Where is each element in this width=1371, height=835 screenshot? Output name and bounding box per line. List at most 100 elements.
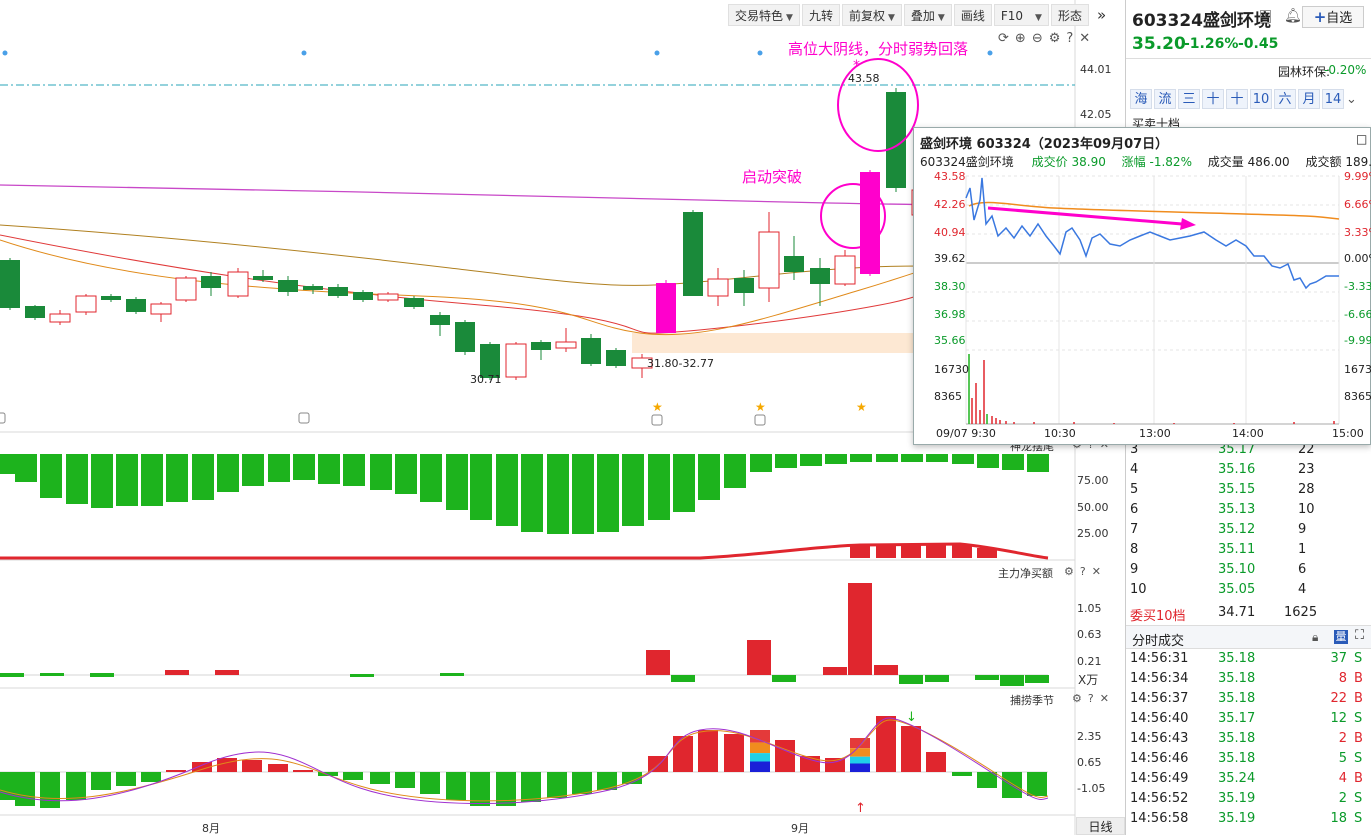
volume-icon[interactable]: 量	[1334, 630, 1348, 644]
high-price-label: 43.58	[848, 72, 880, 85]
tick-volume: 4	[1338, 771, 1347, 786]
bulao-bar	[293, 770, 313, 772]
shenlong-bar	[724, 454, 746, 488]
sector-label[interactable]: 园林环保:	[1278, 63, 1330, 80]
help-icon[interactable]: ?	[1080, 565, 1086, 578]
tab-month[interactable]: 月	[1298, 89, 1320, 109]
toolbar-pattern-button[interactable]: 形态	[1050, 4, 1089, 26]
tab-san[interactable]: 三	[1178, 89, 1200, 109]
candle-body	[555, 341, 577, 349]
close-icon[interactable]: ✕	[1079, 31, 1090, 46]
popup-left-axis-label: 16730	[934, 363, 969, 376]
chevron-down-icon: ▼	[887, 13, 895, 23]
tab-shi-2[interactable]: 十	[1226, 89, 1248, 109]
shenlong-red-bar	[977, 548, 997, 558]
net-buy-bar	[440, 673, 464, 676]
bulao-bar	[370, 772, 390, 784]
star-icon: ★	[755, 400, 766, 414]
shenlong-bar	[597, 454, 619, 532]
info-icon[interactable]: i	[1260, 10, 1271, 23]
toolbar-f10-button[interactable]: F10 ▼	[993, 4, 1049, 26]
tab-14[interactable]: 14	[1322, 89, 1344, 109]
shenlong-bar	[116, 454, 138, 506]
close-icon[interactable]: ✕	[1092, 565, 1101, 578]
tab-shi[interactable]: 十	[1202, 89, 1224, 109]
order-book-volume: 6	[1298, 562, 1307, 577]
order-book-price: 35.16	[1218, 462, 1256, 477]
candle-body	[150, 303, 172, 315]
candle-body	[278, 280, 298, 292]
tab-liu[interactable]: 流	[1154, 89, 1176, 109]
tab-10[interactable]: 10	[1250, 89, 1272, 109]
event-icon	[651, 414, 663, 426]
tick-time: 14:56:40	[1130, 711, 1189, 726]
chart-toolbar: 交易特色 ▼ 九转 前复权 ▼ 叠加 ▼ 画线 F10 ▼ 形态 »	[728, 4, 1113, 26]
popup-right-axis-label: -6.66%	[1344, 308, 1371, 321]
order-book-volume: 23	[1298, 462, 1315, 477]
gear-icon[interactable]: ⚙	[1072, 692, 1082, 705]
candle-body	[201, 276, 221, 288]
tab-liu-2[interactable]: 六	[1274, 89, 1296, 109]
popup-trend-arrow	[987, 206, 1183, 226]
toolbar-trade-feature-button[interactable]: 交易特色 ▼	[728, 4, 800, 26]
shenlong-red-bar	[850, 546, 870, 558]
gear-icon[interactable]: ⚙	[1064, 565, 1074, 578]
net-buy-bar	[899, 675, 923, 684]
popup-time-axis-label: 13:00	[1139, 427, 1171, 440]
panel4-axis-label: -1.05	[1077, 782, 1106, 795]
toolbar-overlay-button[interactable]: 叠加 ▼	[903, 4, 952, 26]
refresh-icon[interactable]: ⟳	[998, 31, 1009, 46]
tick-time: 14:56:31	[1130, 651, 1189, 666]
tick-price: 35.18	[1218, 651, 1256, 666]
lock-icon[interactable]: 🔒︎	[1312, 630, 1318, 645]
signal-dot	[757, 50, 763, 56]
divider	[1126, 58, 1371, 59]
tick-side: B	[1354, 671, 1363, 686]
candle-body	[126, 299, 146, 312]
toolbar-adjust-button[interactable]: 前复权 ▼	[841, 4, 902, 26]
add-icon[interactable]: ⊕	[1015, 31, 1026, 46]
bulao-bar	[420, 772, 440, 794]
chevron-down-icon: ▼	[937, 13, 945, 23]
help-icon[interactable]: ?	[1088, 692, 1094, 705]
close-icon[interactable]: ✕	[1100, 692, 1109, 705]
toolbar-jiuzhuan-button[interactable]: 九转	[801, 4, 840, 26]
panel4-axis-label: 2.35	[1077, 730, 1102, 743]
candle-body	[404, 298, 424, 307]
candle-body	[353, 292, 373, 300]
toolbar-draw-button[interactable]: 画线	[953, 4, 992, 26]
chart-controls: ⟳ ⊕ ⊖ ⚙ ? ✕	[998, 31, 1090, 46]
bell-icon[interactable]: 🔔︎	[1284, 8, 1302, 24]
gear-icon[interactable]: ⚙	[1049, 31, 1061, 46]
help-icon[interactable]: ?	[1066, 31, 1073, 46]
minus-icon[interactable]: ⊖	[1032, 31, 1043, 46]
bulao-bar	[15, 772, 35, 806]
bulao-bar	[217, 758, 237, 772]
intraday-popup[interactable]: 盛剑环境 603324（2023年09月07日） □ 603324盛剑环境 成交…	[913, 127, 1371, 445]
shenlong-red-bar	[901, 544, 921, 558]
bulao-bar	[572, 772, 592, 794]
period-daily-button[interactable]: 日线	[1076, 817, 1125, 835]
bulao-bar	[40, 772, 60, 808]
net-buy-bar	[772, 675, 796, 682]
popup-left-axis-label: 42.26	[934, 198, 966, 211]
chevron-down-icon[interactable]: ⌄	[1346, 92, 1357, 107]
candle-body	[303, 286, 323, 290]
shenlong-red-bar	[876, 545, 896, 558]
tab-hai[interactable]: 海	[1130, 89, 1152, 109]
shenlong-bar	[268, 454, 290, 482]
star-icon: ★	[856, 400, 867, 414]
shenlong-bar	[572, 454, 594, 534]
popup-left-axis-label: 39.62	[934, 252, 966, 265]
shenlong-bar	[648, 454, 670, 520]
toolbar-more-button[interactable]: »	[1090, 4, 1113, 26]
shenlong-bar	[750, 454, 772, 472]
popup-right-axis-label: -9.99%	[1344, 334, 1371, 347]
net-buy-bar	[215, 670, 239, 675]
popup-time-axis-label: 15:00	[1332, 427, 1364, 440]
shenlong-bar	[318, 454, 340, 484]
shenlong-bar	[293, 454, 315, 480]
expand-icon[interactable]: ⛶	[1355, 628, 1364, 643]
popup-left-axis-label: 36.98	[934, 308, 966, 321]
add-watchlist-button[interactable]: +自选	[1302, 6, 1364, 28]
